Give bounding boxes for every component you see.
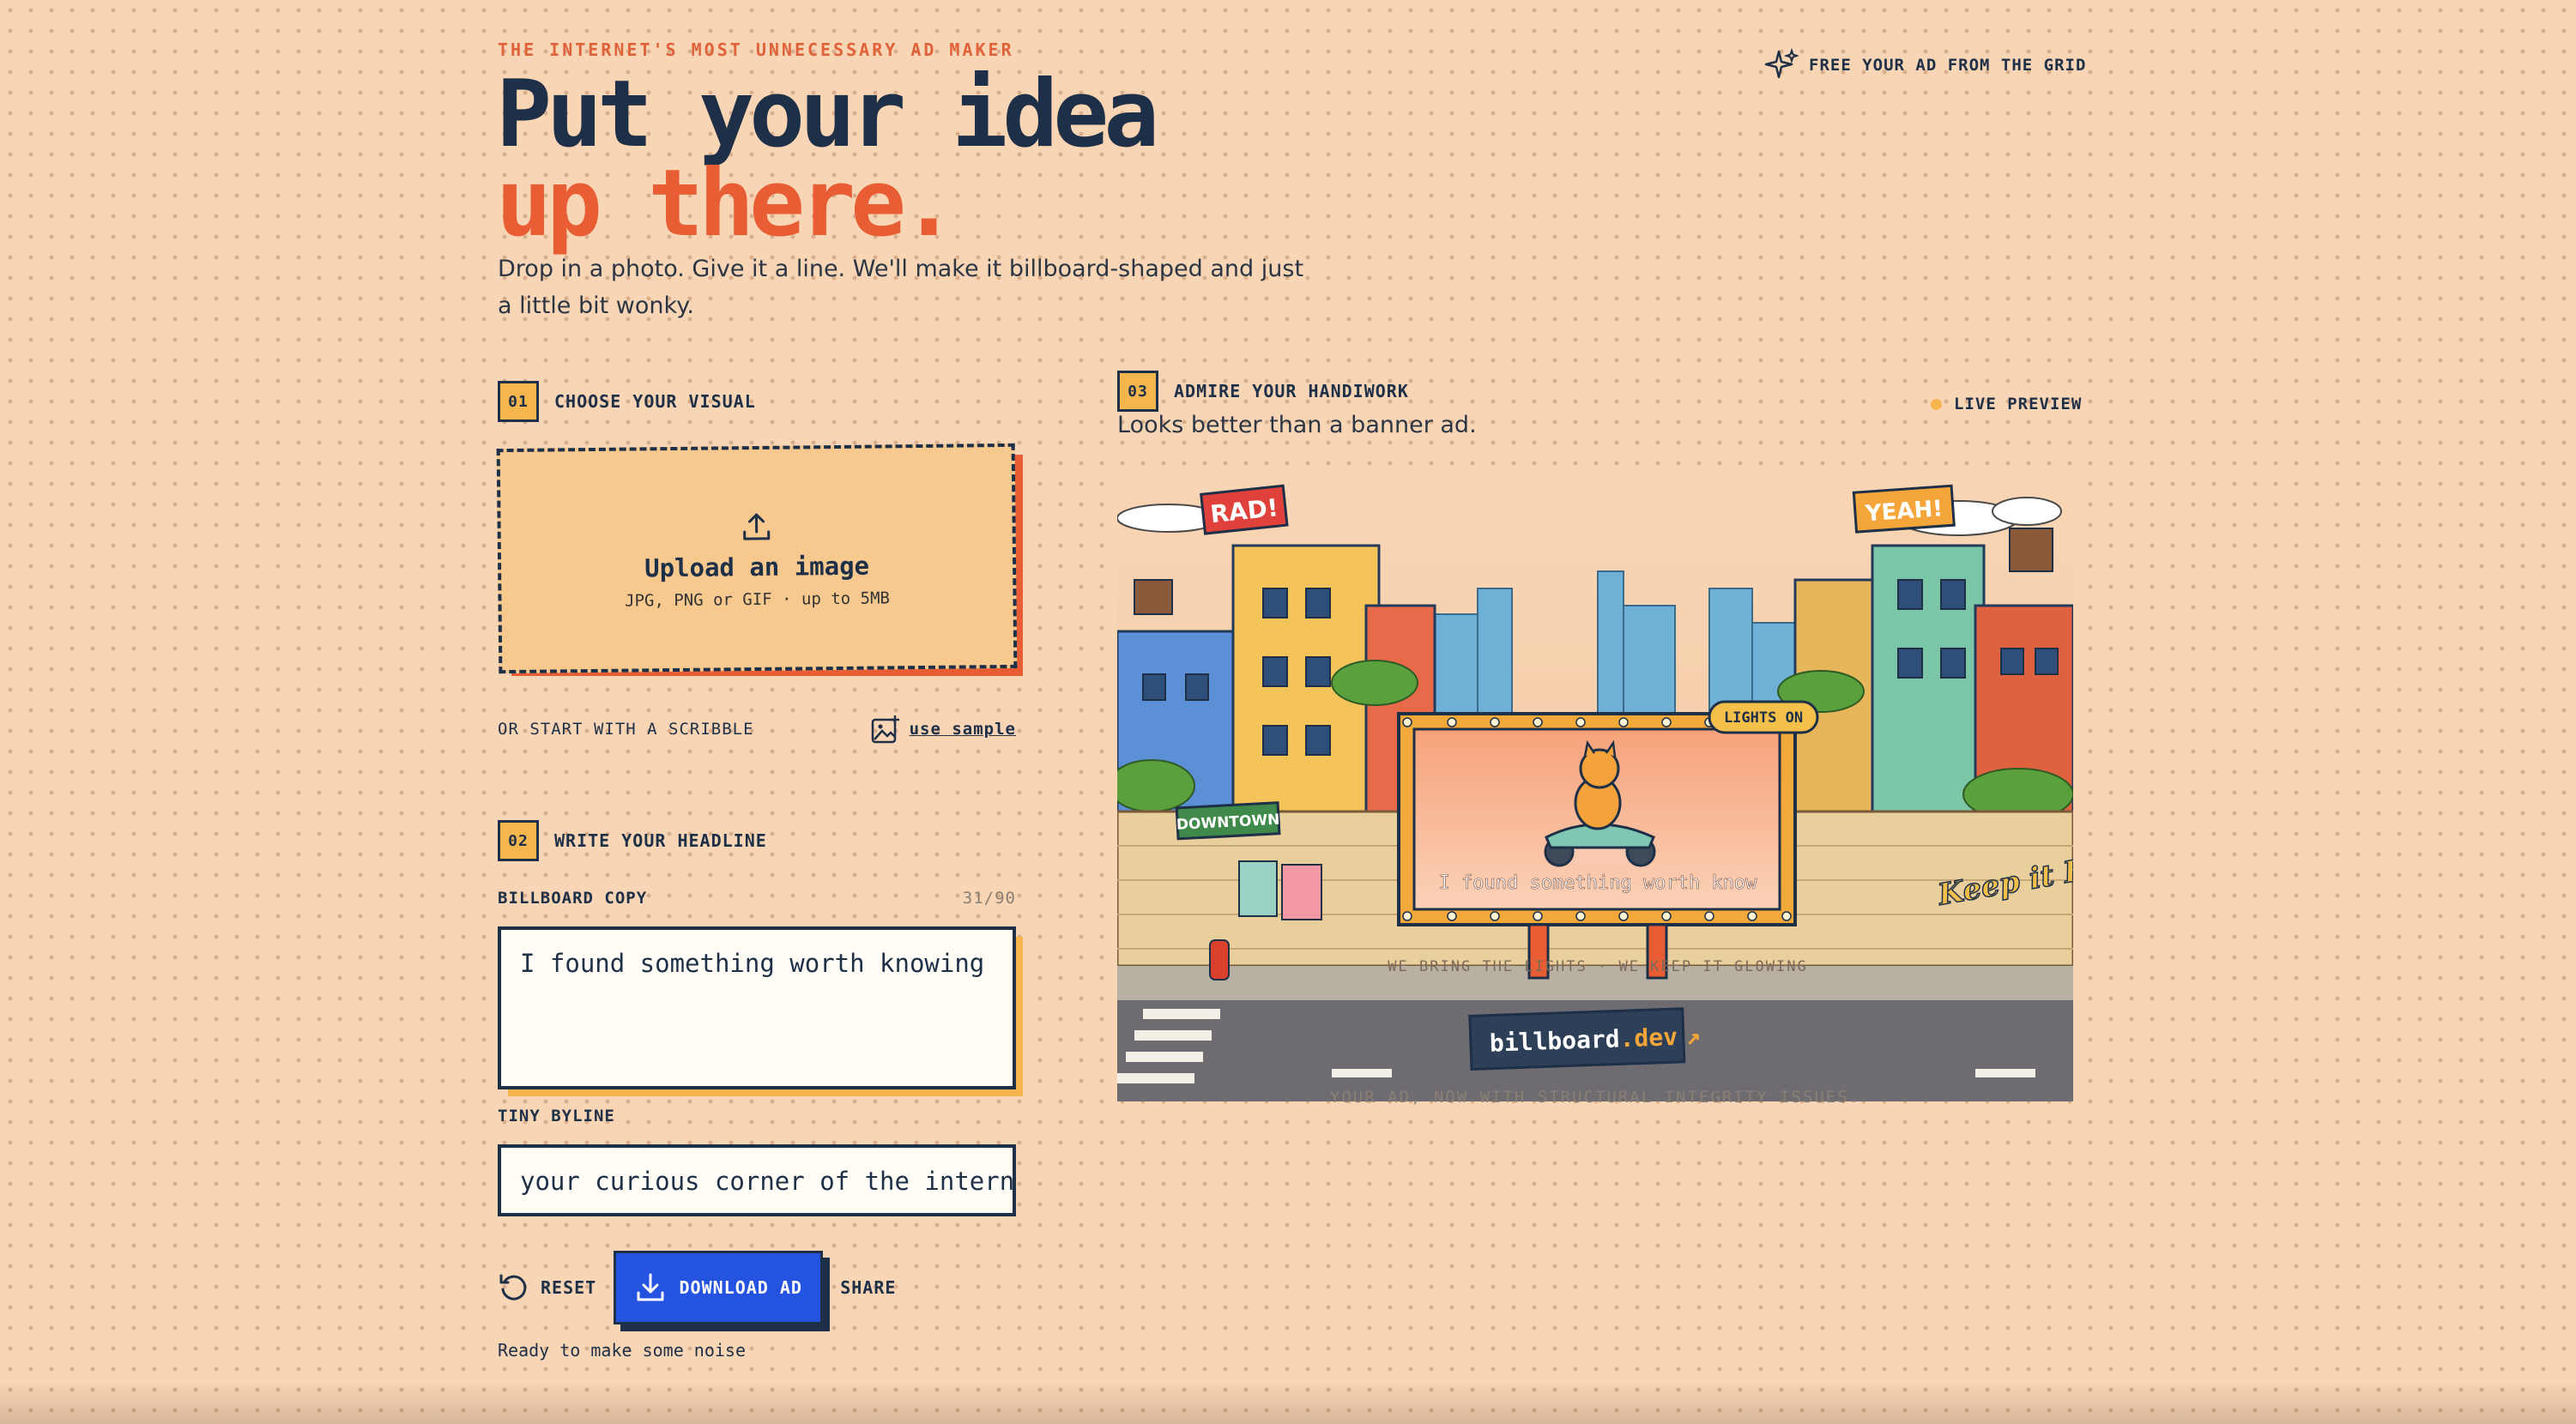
upload-title: Upload an image	[644, 551, 870, 583]
upload-icon	[743, 513, 771, 540]
free-grid-link[interactable]: FREE YOUR AD FROM THE GRID	[1764, 48, 2086, 82]
image-add-icon	[871, 715, 899, 744]
billboard-preview-scene: RAD! YEAH! DOWNTOWN I found something wo…	[1117, 477, 2073, 1101]
upload-dropzone[interactable]: Upload an image JPG, PNG or GIF · up to …	[496, 443, 1018, 674]
download-label: DOWNLOAD AD	[679, 1277, 802, 1298]
page-title: Put your idea up there.	[496, 61, 1159, 257]
step-3-header: 03 ADMIRE YOUR HANDIWORK	[1117, 371, 1409, 412]
title-line-1: Put your idea	[496, 61, 1159, 168]
reset-label: RESET	[541, 1277, 597, 1298]
character-counter: 31/90	[962, 889, 1016, 908]
bottom-fade	[0, 1381, 2576, 1424]
download-icon	[637, 1273, 664, 1301]
reset-icon	[499, 1274, 527, 1300]
copy-label-row: BILLBOARD COPY 31/90	[498, 889, 1016, 908]
billboard-copy-textarea[interactable]: I found something worth knowing	[498, 926, 1016, 1089]
preview-subtitle: Looks better than a banner ad.	[1117, 412, 1477, 438]
billboard-copy-label: BILLBOARD COPY	[498, 889, 648, 908]
reset-button[interactable]: RESET	[498, 1271, 596, 1304]
byline-label: TINY BYLINE	[498, 1107, 615, 1125]
step-1-badge: 01	[498, 381, 539, 422]
live-dot	[1931, 398, 1942, 410]
yeah-sign-text: YEAH!	[1864, 496, 1944, 527]
step-3-label: ADMIRE YOUR HANDIWORK	[1174, 381, 1409, 401]
upload-hint: JPG, PNG or GIF · up to 5MB	[624, 588, 891, 611]
sparkle-icon	[1764, 48, 1799, 79]
scribble-row: OR START WITH A SCRIBBLE use sample	[498, 714, 1016, 745]
share-button[interactable]: SHARE	[840, 1277, 896, 1298]
or-start-text: OR START WITH A SCRIBBLE	[498, 720, 754, 739]
kicker-text: THE INTERNET'S MOST UNNECESSARY AD MAKER	[498, 39, 1014, 60]
status-text: Ready to make some noise	[498, 1340, 746, 1361]
billboard-headline-text: I found something worth know	[1439, 872, 1758, 894]
live-preview-label: LIVE PREVIEW	[1954, 395, 2083, 413]
title-line-2: up there.	[496, 150, 957, 257]
step-2-header: 02 WRITE YOUR HEADLINE	[498, 820, 767, 861]
lights-on-tag: LIGHTS ON	[1724, 709, 1803, 727]
step-1-label: CHOOSE YOUR VISUAL	[554, 391, 756, 412]
live-preview-indicator: LIVE PREVIEW	[1931, 395, 2082, 413]
preview-caption: YOUR AD, NOW WITH STRUCTURAL INTEGRITY I…	[1329, 1088, 1861, 1107]
use-sample-link[interactable]: use sample	[870, 714, 1016, 745]
step-1-header: 01 CHOOSE YOUR VISUAL	[498, 381, 756, 422]
step-2-label: WRITE YOUR HEADLINE	[554, 830, 767, 851]
step-3-badge: 03	[1117, 371, 1158, 412]
free-grid-label: FREE YOUR AD FROM THE GRID	[1809, 56, 2087, 75]
download-button[interactable]: DOWNLOAD AD	[614, 1251, 824, 1324]
use-sample-label: use sample	[909, 720, 1016, 739]
byline-input[interactable]: your curious corner of the intern	[498, 1144, 1016, 1216]
marquee-text: WE BRING THE LIGHTS · WE KEEP IT GLOWING	[1388, 958, 1807, 975]
page-subtitle: Drop in a photo. Give it a line. We'll m…	[498, 256, 1304, 319]
action-bar: RESET DOWNLOAD AD SHARE	[498, 1251, 896, 1324]
step-2-badge: 02	[498, 820, 539, 861]
